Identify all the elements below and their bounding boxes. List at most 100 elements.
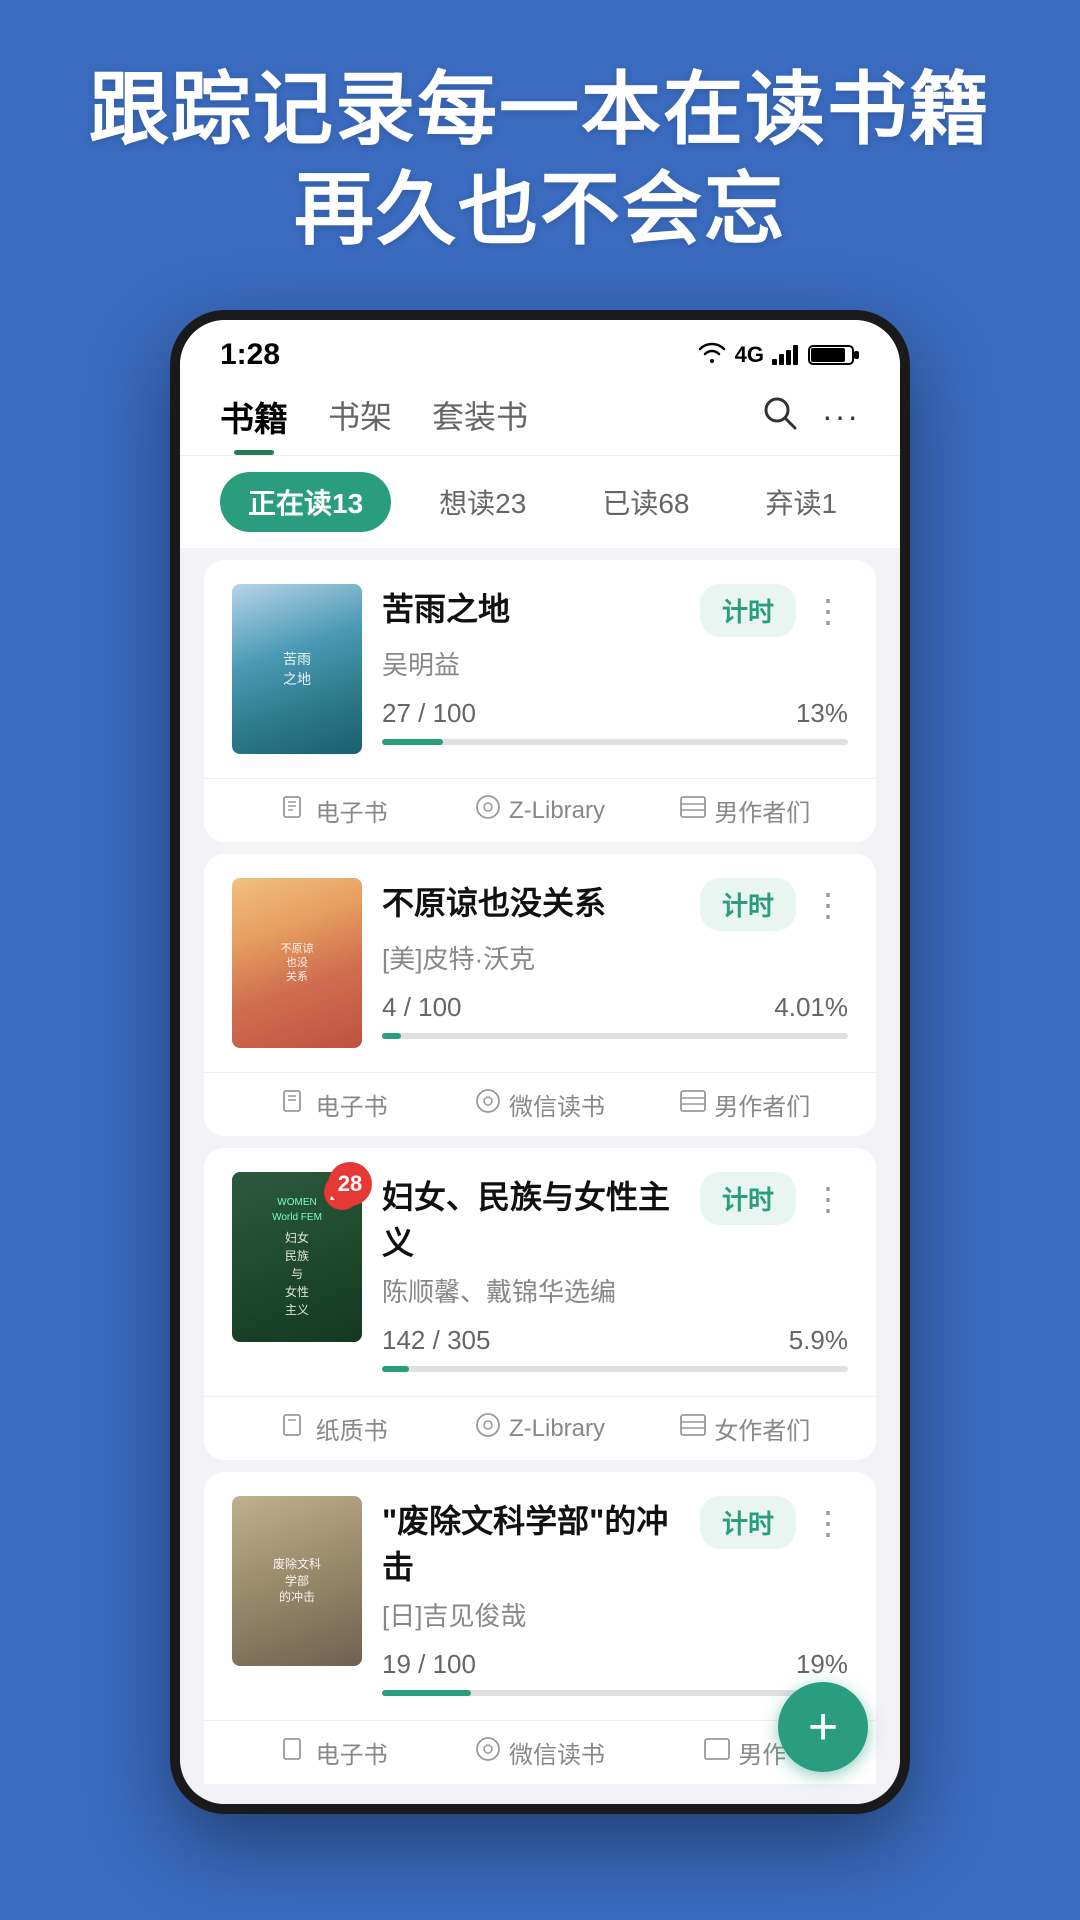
tab-books[interactable]: 书籍	[220, 392, 288, 455]
book-source-icon	[475, 1412, 501, 1445]
book-pages: 19 / 100	[382, 1649, 476, 1680]
book-meta-type: 电子书	[232, 793, 437, 828]
book-meta-source: Z-Library	[437, 793, 642, 828]
book-source-label: 微信读书	[509, 1735, 605, 1770]
tab-sets[interactable]: 套装书	[432, 392, 528, 455]
book-meta-shelf: 男作者们	[643, 1087, 848, 1122]
book-meta-shelf: 女作者们	[643, 1411, 848, 1446]
book-type-label: 电子书	[316, 1735, 388, 1770]
nav-bar: 书籍 书架 套装书 ···	[180, 380, 900, 456]
book-pages: 142 / 305	[382, 1325, 490, 1356]
status-bar: 1:28 4G	[180, 320, 900, 380]
wifi-icon	[697, 341, 727, 370]
filter-want[interactable]: 想读23	[411, 472, 554, 532]
tab-shelf[interactable]: 书架	[328, 392, 392, 455]
add-icon: +	[808, 1701, 838, 1753]
book-pages: 4 / 100	[382, 992, 462, 1023]
book-meta-source: 微信读书	[437, 1735, 642, 1770]
book-shelf-label: 男作者们	[714, 793, 810, 828]
book-meta-type: 纸质书	[232, 1411, 437, 1446]
book-shelf-label: 男作者们	[714, 1087, 810, 1122]
status-time: 1:28	[220, 338, 280, 372]
book-list: 苦雨之地 苦雨之地 计时 ⋮ 吴明益 27 / 100	[180, 560, 900, 1804]
book-card: 苦雨之地 苦雨之地 计时 ⋮ 吴明益 27 / 100	[204, 560, 876, 842]
book-author: [日]吉见俊哉	[382, 1596, 848, 1633]
book-info: "废除文科学部"的冲击 计时 ⋮ [日]吉见俊哉 19 / 100 19%	[382, 1496, 848, 1696]
app-content: 书籍 书架 套装书 ··· 正在读13 想读23 已读68 弃读1	[180, 380, 900, 548]
progress-bar-fill	[382, 739, 443, 745]
book-author: 陈顺馨、戴锦华选编	[382, 1272, 848, 1309]
more-button[interactable]: ···	[822, 398, 860, 435]
book-meta-source: Z-Library	[437, 1411, 642, 1446]
timer-button[interactable]: 计时	[700, 1496, 796, 1549]
book-author: 吴明益	[382, 645, 848, 682]
search-button[interactable]	[760, 393, 798, 441]
book-cover-wrap: 废除文科学部的冲击	[232, 1496, 362, 1666]
book-type-icon	[282, 1414, 308, 1443]
book-author: [美]皮特·沃克	[382, 939, 848, 976]
book-more-button[interactable]: ⋮	[808, 1180, 848, 1218]
book-title: "废除文科学部"的冲击	[382, 1496, 700, 1588]
book-source-icon	[475, 1088, 501, 1121]
book-actions: 计时 ⋮	[700, 584, 848, 637]
add-book-fab[interactable]: +	[778, 1682, 868, 1772]
book-meta: 电子书 Z-Library 男作者们	[204, 778, 876, 842]
book-meta-source: 微信读书	[437, 1087, 642, 1122]
book-type-icon	[282, 1090, 308, 1119]
phone-frame: 1:28 4G	[170, 310, 910, 1814]
book-source-label: Z-Library	[509, 1415, 605, 1443]
filter-reading[interactable]: 正在读13	[220, 472, 391, 532]
book-info: 妇女、民族与女性主义 计时 ⋮ 陈顺馨、戴锦华选编 142 / 305 5.9%	[382, 1172, 848, 1372]
signal-4g-icon: 4G	[735, 342, 764, 368]
book-meta-type: 电子书	[232, 1087, 437, 1122]
book-cover-wrap: 苦雨之地	[232, 584, 362, 754]
progress-bar-fill	[382, 1033, 401, 1039]
book-badge: 28	[328, 1162, 372, 1206]
book-meta: 纸质书 Z-Library 女作者们	[204, 1396, 876, 1460]
book-shelf-icon	[680, 796, 706, 825]
book-percent: 13%	[796, 698, 848, 729]
book-actions: 计时 ⋮	[700, 1172, 848, 1225]
book-meta: 电子书 微信读书 男作者们	[204, 1072, 876, 1136]
book-cover: 苦雨之地	[232, 584, 362, 754]
filter-read[interactable]: 已读68	[574, 472, 717, 532]
status-icons: 4G	[697, 341, 860, 370]
book-cover: 废除文科学部的冲击	[232, 1496, 362, 1666]
book-meta: 电子书 微信读书 男作	[204, 1720, 876, 1784]
book-pages: 27 / 100	[382, 698, 476, 729]
progress-bar	[382, 1690, 848, 1696]
signal-bars-icon	[772, 345, 800, 365]
banner: 跟踪记录每一本在读书籍 再久也不会忘	[0, 0, 1080, 310]
book-more-button[interactable]: ⋮	[808, 886, 848, 924]
battery-icon	[808, 343, 860, 367]
timer-button[interactable]: 计时	[700, 1172, 796, 1225]
book-shelf-icon	[680, 1414, 706, 1443]
book-more-button[interactable]: ⋮	[808, 1504, 848, 1542]
book-type-label: 纸质书	[316, 1411, 388, 1446]
filter-abandoned[interactable]: 弃读1	[737, 472, 865, 532]
timer-button[interactable]: 计时	[700, 878, 796, 931]
book-meta-type: 电子书	[232, 1735, 437, 1770]
book-percent: 4.01%	[774, 992, 848, 1023]
book-cover-wrap: WOMENWorld FEM 28 妇女民族与女性主义 28	[232, 1172, 362, 1342]
progress-bar	[382, 1033, 848, 1039]
book-cover: 不原谅也没关系	[232, 878, 362, 1048]
book-type-icon	[282, 796, 308, 825]
book-more-button[interactable]: ⋮	[808, 592, 848, 630]
book-shelf-icon	[680, 1090, 706, 1119]
timer-button[interactable]: 计时	[700, 584, 796, 637]
book-type-icon	[282, 1738, 308, 1767]
book-actions: 计时 ⋮	[700, 1496, 848, 1549]
book-title: 苦雨之地	[382, 584, 700, 630]
book-card: 不原谅也没关系 不原谅也没关系 计时 ⋮ [美]皮特·沃克 4 / 1	[204, 854, 876, 1136]
book-type-label: 电子书	[316, 1087, 388, 1122]
book-percent: 5.9%	[789, 1325, 848, 1356]
banner-title: 跟踪记录每一本在读书籍 再久也不会忘	[40, 60, 1040, 260]
progress-bar	[382, 739, 848, 745]
book-source-label: 微信读书	[509, 1087, 605, 1122]
book-type-label: 电子书	[316, 793, 388, 828]
book-info: 不原谅也没关系 计时 ⋮ [美]皮特·沃克 4 / 100 4.01%	[382, 878, 848, 1039]
nav-actions: ···	[760, 393, 860, 455]
nav-tabs: 书籍 书架 套装书	[220, 392, 760, 455]
book-meta-shelf: 男作者们	[643, 793, 848, 828]
